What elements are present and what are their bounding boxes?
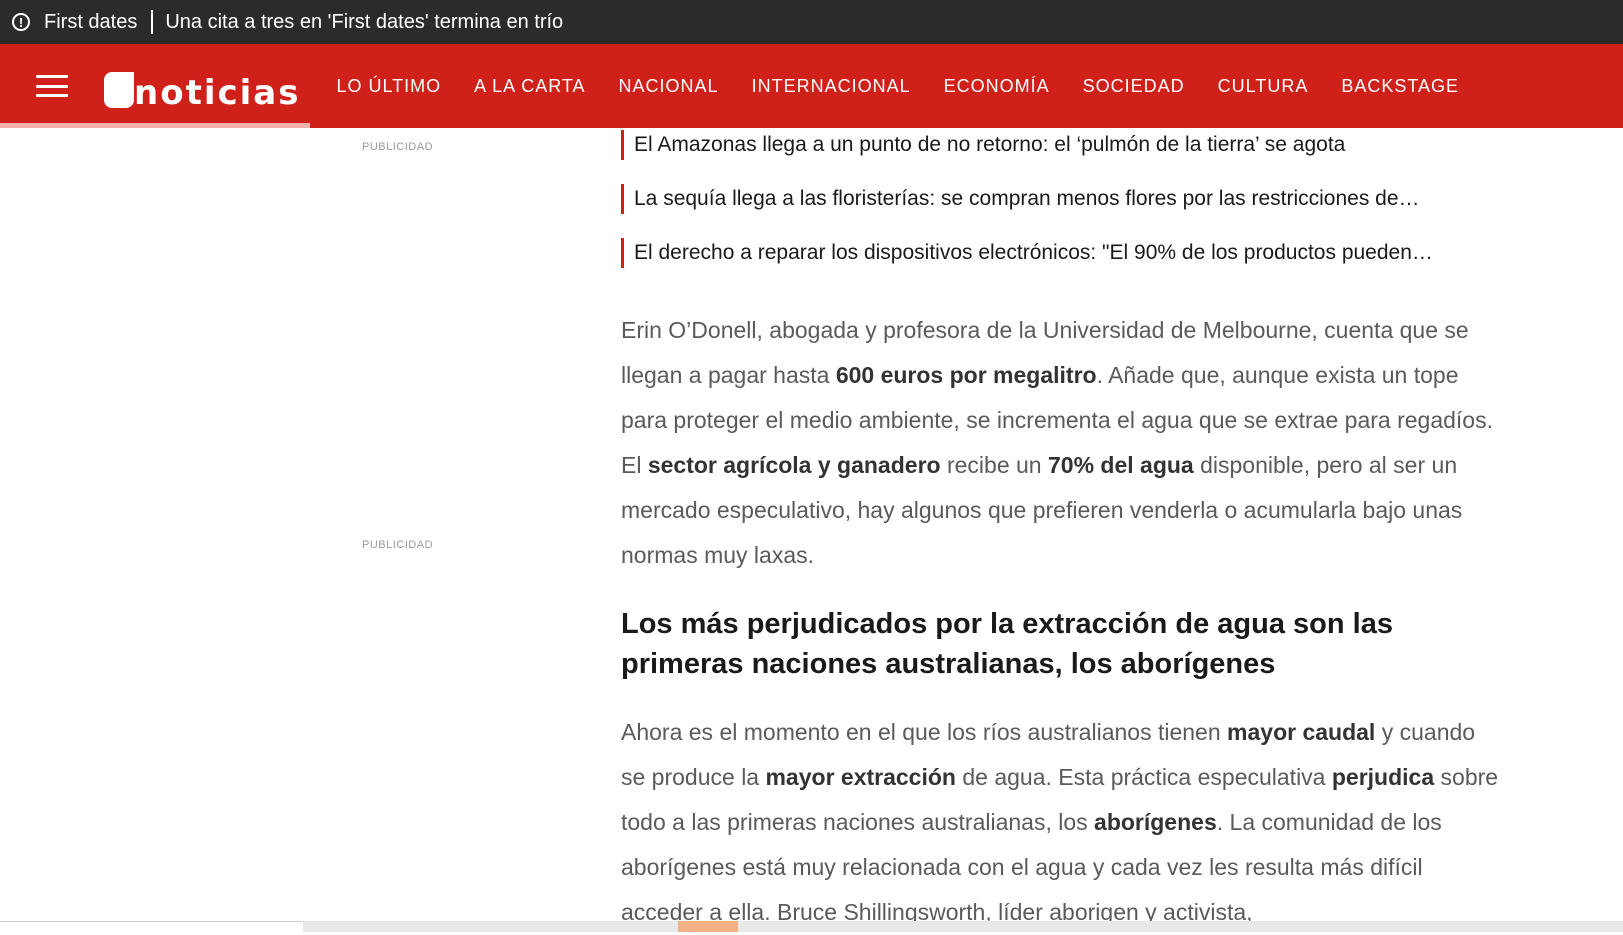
scrollbar-track-segment: [0, 921, 303, 932]
scrollbar-thumb[interactable]: [678, 921, 738, 932]
article-body: Erin O’Donell, abogada y profesora de la…: [621, 308, 1501, 935]
nav-link-lo-ultimo[interactable]: LO ÚLTIMO: [336, 76, 441, 97]
nav-link-cultura[interactable]: CULTURA: [1218, 76, 1309, 97]
breaking-news-bar: ! First dates Una cita a tres en 'First …: [0, 0, 1623, 44]
related-articles-list: El Amazonas llega a un punto de no retor…: [621, 130, 1501, 292]
site-logo[interactable]: noticias: [104, 64, 301, 113]
nav-links: LO ÚLTIMO A LA CARTA NACIONAL INTERNACIO…: [336, 76, 1459, 97]
horizontal-scrollbar[interactable]: [0, 921, 1623, 932]
related-article-link[interactable]: El derecho a reparar los dispositivos el…: [621, 238, 1501, 268]
main-navigation: noticias LO ÚLTIMO A LA CARTA NACIONAL I…: [0, 44, 1623, 128]
alert-circle-icon: !: [12, 13, 30, 31]
nav-link-internacional[interactable]: INTERNACIONAL: [752, 76, 911, 97]
related-article-link[interactable]: El Amazonas llega a un punto de no retor…: [621, 130, 1501, 160]
nav-link-nacional[interactable]: NACIONAL: [619, 76, 719, 97]
article-paragraph: Ahora es el momento en el que los ríos a…: [621, 719, 1499, 925]
nav-link-sociedad[interactable]: SOCIEDAD: [1083, 76, 1185, 97]
reading-progress-bar: [0, 123, 310, 128]
breaking-section-label[interactable]: First dates: [44, 10, 154, 34]
logo-mark: [104, 72, 134, 108]
nav-link-backstage[interactable]: BACKSTAGE: [1341, 76, 1459, 97]
related-article-link[interactable]: La sequía llega a las floristerías: se c…: [621, 184, 1501, 214]
article-subheading: Los más perjudicados por la extracción d…: [621, 608, 1393, 680]
hamburger-menu-icon[interactable]: [36, 75, 68, 97]
breaking-headline-link[interactable]: Una cita a tres en 'First dates' termina…: [165, 11, 563, 34]
logo-text: noticias: [134, 73, 301, 113]
ad-label: PUBLICIDAD: [362, 141, 434, 153]
nav-link-economia[interactable]: ECONOMÍA: [944, 76, 1050, 97]
ad-label: PUBLICIDAD: [362, 539, 434, 551]
article-paragraph: Erin O’Donell, abogada y profesora de la…: [621, 317, 1493, 568]
nav-link-a-la-carta[interactable]: A LA CARTA: [474, 76, 585, 97]
